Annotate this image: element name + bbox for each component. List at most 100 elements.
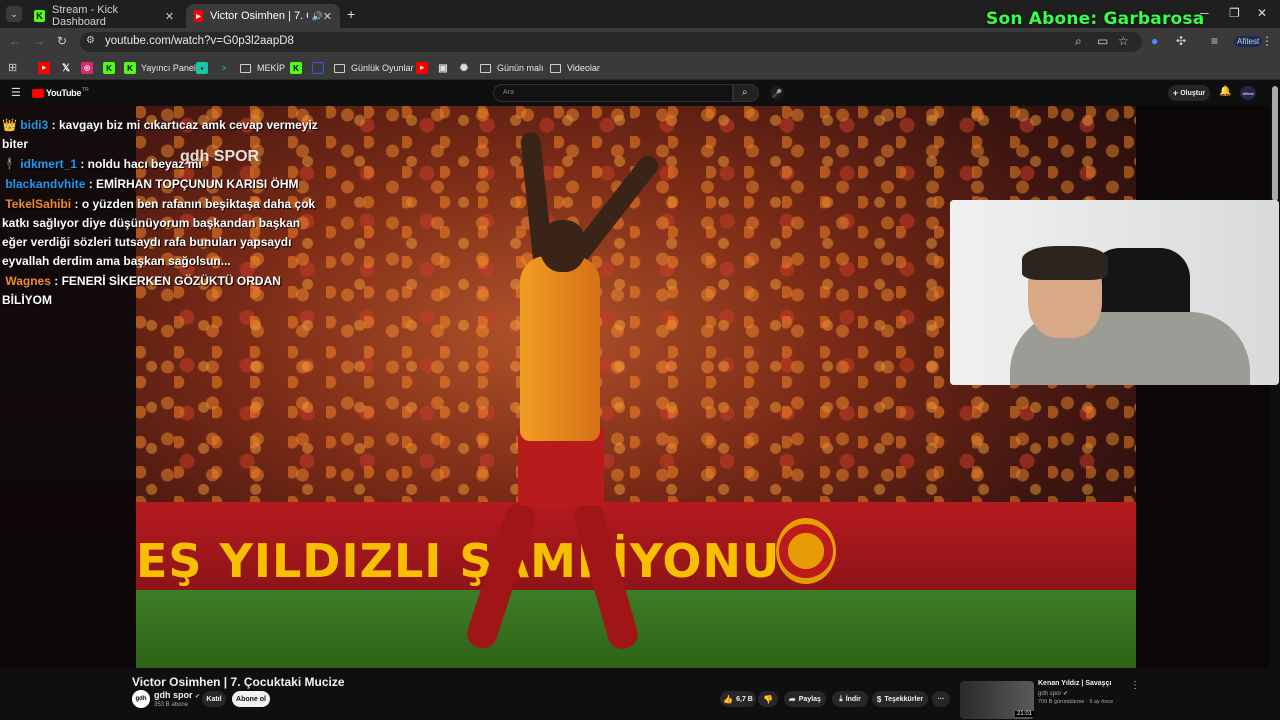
restore-icon[interactable]: ❐ — [1229, 6, 1240, 20]
tab-title: Victor Osimhen | 7. Çocukt — [209, 10, 308, 22]
video-side-right — [1136, 106, 1270, 668]
figure-badge-icon: 🕴 — [2, 157, 17, 171]
related-video-title[interactable]: Kenan Yıldız | Savaşçı — [1038, 680, 1111, 687]
channel-avatar[interactable]: gdh — [132, 690, 150, 708]
profile-icon[interactable]: Afitest — [1234, 36, 1263, 47]
share-icon: ➦ — [789, 694, 796, 704]
close-icon[interactable]: ✕ — [165, 10, 174, 23]
channel-name-text: gdh spor — [154, 690, 193, 700]
hamburger-menu-icon[interactable]: ☰ — [11, 86, 21, 99]
search-button[interactable]: ⌕ — [733, 84, 759, 102]
channel-name[interactable]: gdh spor ✔ — [154, 690, 200, 700]
cast-icon[interactable]: ▭ — [1097, 34, 1108, 48]
thanks-button[interactable]: $ Teşekkürler — [872, 691, 928, 707]
thumbs-down-icon: 👎 — [763, 694, 773, 704]
bookmark-prime[interactable]: > — [218, 60, 235, 76]
zoom-icon[interactable]: ⌕ — [1075, 34, 1082, 49]
notifications-bell-icon[interactable]: 🔔 — [1219, 86, 1231, 97]
related-menu-kebab-icon[interactable]: ⋮ — [1130, 680, 1140, 691]
reload-icon[interactable]: ↻ — [57, 34, 67, 48]
streamer-hair — [1022, 246, 1108, 280]
subscribe-button[interactable]: Abone ol — [232, 691, 270, 707]
kick-icon: K — [290, 62, 302, 74]
close-icon[interactable]: ✕ — [323, 10, 332, 23]
page-scrollbar[interactable] — [1272, 86, 1278, 201]
player-head — [540, 220, 586, 272]
bookmark-youtube[interactable]: ▶ — [38, 60, 55, 76]
bookmark-chatgpt[interactable]: ✺ — [458, 60, 475, 76]
download-button[interactable]: ⤓ İndir — [832, 691, 868, 707]
apps-grid-icon[interactable]: ⊞ — [8, 61, 17, 74]
bookmark-kick-2[interactable]: K — [290, 60, 307, 76]
account-avatar[interactable]: Afitest — [1240, 86, 1256, 100]
dislike-button[interactable]: 👎 — [758, 691, 778, 707]
bookmark-app[interactable]: ▪ — [196, 60, 213, 76]
chat-text: : EMİRHAN TOPÇUNUN KARISI ÖHM — [88, 177, 299, 191]
chatgpt-icon: ✺ — [459, 62, 469, 74]
bookmark-folder-gunun-mali[interactable]: Günün malı — [480, 60, 544, 76]
bookmark-kick[interactable]: K — [103, 60, 120, 76]
create-button[interactable]: + Oluştur — [1168, 85, 1210, 101]
related-video-duration: 21:01 — [1015, 711, 1035, 717]
bookmark-star-icon[interactable]: ☆ — [1118, 34, 1129, 48]
bookmark-folder-videolar[interactable]: Videolar — [550, 60, 600, 76]
youtube-logo[interactable]: YouTube TR — [32, 87, 89, 98]
share-button[interactable]: ➦ Paylaş — [784, 691, 826, 707]
back-icon[interactable]: ← — [9, 34, 21, 48]
tab-kick-dashboard[interactable]: K Stream - Kick Dashboard ✕ — [26, 4, 182, 28]
new-tab-button[interactable]: + — [347, 6, 355, 22]
bookmark-instagram[interactable]: ◎ — [81, 60, 98, 76]
youtube-search-box[interactable]: Ara — [493, 84, 733, 102]
video-title: Victor Osimhen | 7. Çocuktaki Mucize — [132, 675, 345, 689]
prime-icon: > — [221, 63, 227, 73]
chat-username: idkmert_1 — [20, 157, 77, 171]
media-control-icon[interactable]: ≡ — [1211, 34, 1218, 48]
close-window-icon[interactable]: ✕ — [1257, 6, 1267, 20]
youtube-logo-icon — [32, 88, 44, 98]
more-actions-button[interactable]: ··· — [932, 691, 950, 707]
bookmark-label: Yayıncı Paneli — [141, 63, 198, 73]
bookmark-label: Videolar — [567, 63, 600, 73]
url-text[interactable]: youtube.com/watch?v=G0p3l2aapD8 — [105, 35, 294, 47]
bookmark-x[interactable]: 𝕏 — [60, 60, 77, 76]
create-label: Oluştur — [1180, 89, 1206, 97]
bookmark-folder-gunluk-oyunlar[interactable]: Günlük Oyunlar — [334, 60, 414, 76]
chat-username: TekelSahibi — [5, 197, 72, 211]
bookmark-gallery[interactable]: ▣ — [437, 60, 454, 76]
chat-username: bidi3 — [20, 118, 49, 132]
folder-icon — [240, 63, 251, 73]
search-icon: ⌕ — [742, 87, 748, 98]
tab-search-button[interactable]: ⌄ — [6, 6, 22, 22]
bookmark-square[interactable] — [312, 60, 329, 76]
youtube-icon: ▶ — [38, 62, 50, 74]
site-info-icon[interactable]: ⚙ — [86, 35, 95, 46]
gallery-icon: ▣ — [438, 62, 448, 74]
extension-icon[interactable]: ● — [1151, 34, 1158, 48]
bookmark-folder-mekip[interactable]: MEKİP — [240, 60, 285, 76]
thumbs-up-icon: 👍 — [723, 694, 734, 704]
minimize-icon[interactable]: ─ — [1200, 6, 1209, 20]
thanks-label: Teşekkürler — [884, 695, 924, 703]
related-video-channel[interactable]: gdh spor ✔ — [1038, 690, 1068, 697]
extensions-puzzle-icon[interactable]: ✣ — [1176, 34, 1186, 48]
speaker-icon[interactable]: 🔊 — [312, 11, 323, 22]
menu-kebab-icon[interactable]: ⋮ — [1261, 34, 1273, 48]
join-button[interactable]: Katıl — [202, 691, 226, 707]
bookmark-label: Günlük Oyunlar — [351, 63, 414, 73]
bookmark-yayinci-paneli[interactable]: K Yayıncı Paneli — [124, 60, 198, 76]
crown-badge-icon: 👑 — [2, 118, 17, 132]
microphone-icon[interactable]: 🎤 — [770, 86, 784, 100]
chat-message: 👑 bidi3 : kavgayı biz mi cıkartıcaz amk … — [2, 116, 322, 154]
bookmark-youtube-2[interactable]: ▶ — [416, 60, 433, 76]
like-button[interactable]: 👍 6,7 B — [720, 691, 756, 707]
related-video-meta: 709 B görüntüleme · 9 ay önce — [1038, 699, 1114, 705]
verified-icon: ✔ — [195, 694, 201, 700]
forward-icon[interactable]: → — [33, 34, 45, 48]
chat-message: 🕴 idkmert_1 : noldu hacı beyaz mı — [2, 155, 322, 174]
tab-youtube-video[interactable]: ▶ Victor Osimhen | 7. Çocukt 🔊 ✕ — [186, 4, 340, 28]
club-crest — [776, 518, 836, 584]
chat-text: : kavgayı biz mi cıkartıcaz amk cevap ve… — [2, 118, 318, 151]
like-count: 6,7 B — [736, 695, 753, 703]
folder-icon — [480, 63, 491, 73]
bookmark-label: Günün malı — [497, 63, 544, 73]
